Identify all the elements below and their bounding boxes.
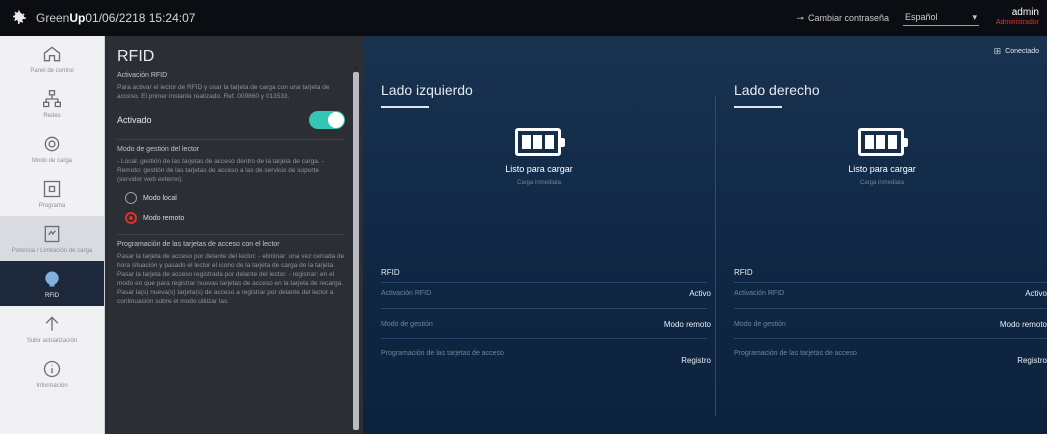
rfid-value: Modo remoto bbox=[999, 320, 1047, 329]
rfid-icon bbox=[41, 268, 63, 290]
schedule-icon bbox=[41, 178, 63, 200]
radio-button[interactable] bbox=[125, 212, 137, 224]
key-icon: ⊸ bbox=[796, 12, 804, 23]
activation-description: Para activar el lector de RFID y usar la… bbox=[117, 84, 330, 100]
sidebar-item-upload[interactable]: Subir actualización bbox=[0, 306, 104, 351]
battery-icon bbox=[515, 128, 565, 156]
rfid-key: Modo de gestión bbox=[381, 321, 433, 328]
rfid-heading: RFID bbox=[734, 268, 753, 277]
sidebar-item-charge-mode[interactable]: Modo de carga bbox=[0, 126, 104, 171]
title-underline bbox=[734, 106, 782, 108]
battery-icon bbox=[858, 128, 908, 156]
mode-heading: Modo de gestión del lector bbox=[117, 146, 200, 153]
rfid-settings-panel: RFID Activación RFID Para activar el lec… bbox=[105, 36, 363, 434]
sidebar-item-label: Redes bbox=[43, 113, 61, 119]
chevron-down-icon: ▾ bbox=[972, 12, 977, 22]
sidebar-item-label: Información bbox=[36, 383, 68, 389]
programming-heading: Programación de las tarjetas de acceso c… bbox=[117, 241, 280, 248]
rfid-key: Activación RFID bbox=[734, 290, 785, 297]
radio-local-mode[interactable]: Modo local bbox=[105, 184, 363, 204]
side-title: Lado derecho bbox=[734, 82, 820, 98]
rfid-heading: RFID bbox=[381, 268, 400, 277]
gear-icon bbox=[41, 133, 63, 155]
main-status-area: ⊞ Conectado Lado izquierdo Listo para ca… bbox=[363, 36, 1047, 434]
divider bbox=[734, 338, 1047, 339]
rfid-key: Activación RFID bbox=[381, 290, 432, 297]
settings-gear-icon[interactable] bbox=[8, 7, 30, 29]
right-side-panel: Lado derecho Listo para cargar Carga inm… bbox=[716, 36, 1047, 434]
rfid-value: Modo remoto bbox=[663, 320, 711, 329]
sidebar-item-schedule[interactable]: Programa bbox=[0, 171, 104, 216]
sidebar-item-info[interactable]: Información bbox=[0, 351, 104, 396]
side-title: Lado izquierdo bbox=[381, 82, 473, 98]
sidebar-item-dashboard[interactable]: Panel de control bbox=[0, 36, 104, 81]
activation-heading: Activación RFID bbox=[117, 72, 168, 79]
info-icon bbox=[41, 358, 63, 380]
network-icon bbox=[41, 88, 63, 110]
panel-title: RFID bbox=[117, 48, 155, 65]
brand-logo: GreenUp bbox=[36, 11, 86, 25]
mode-description: - Local: gestión de las tarjetas de acce… bbox=[117, 158, 324, 183]
change-password-link[interactable]: ⊸ Cambiar contraseña bbox=[796, 13, 889, 24]
radio-label: Modo local bbox=[143, 194, 177, 202]
charge-status: Listo para cargar bbox=[505, 164, 573, 174]
language-value: Español bbox=[905, 12, 938, 22]
radio-remote-mode[interactable]: Modo remoto bbox=[105, 204, 363, 224]
divider bbox=[381, 338, 707, 339]
programming-description: Pasar la tarjeta de acceso por delante d… bbox=[117, 253, 345, 305]
rfid-key: Programación de las tarjetas de acceso bbox=[734, 350, 857, 357]
panel-scrollbar[interactable] bbox=[353, 72, 359, 430]
power-limit-icon bbox=[41, 223, 63, 245]
datetime: 01/06/2218 15:24:07 bbox=[85, 11, 196, 25]
divider bbox=[734, 308, 1047, 309]
charge-status: Listo para cargar bbox=[848, 164, 916, 174]
sidebar-item-networks[interactable]: Redes bbox=[0, 81, 104, 126]
change-password-label: Cambiar contraseña bbox=[807, 13, 889, 23]
sidebar-item-rfid[interactable]: RFID bbox=[0, 261, 104, 306]
rfid-value: Registro bbox=[681, 356, 711, 365]
sidebar-item-label: Potencia / Limitación de carga bbox=[11, 248, 93, 254]
sidebar-item-power-limit[interactable]: Potencia / Limitación de carga bbox=[0, 216, 104, 261]
user-role: Administrador bbox=[995, 19, 1039, 26]
radio-label: Modo remoto bbox=[143, 214, 185, 222]
divider bbox=[381, 308, 707, 309]
charge-substatus: Carga inmediata bbox=[859, 180, 905, 186]
language-select[interactable]: Español ▾ bbox=[903, 10, 979, 26]
upload-icon bbox=[41, 313, 63, 335]
rfid-activation-toggle[interactable] bbox=[309, 111, 345, 129]
left-side-panel: Lado izquierdo Listo para cargar Carga i… bbox=[363, 36, 715, 434]
activation-row: Activado bbox=[105, 101, 363, 129]
home-icon bbox=[41, 43, 63, 65]
sidebar-item-label: Programa bbox=[38, 203, 66, 209]
sidebar-item-label: Subir actualización bbox=[26, 338, 78, 344]
radio-button[interactable] bbox=[125, 192, 137, 204]
sidebar-item-label: RFID bbox=[45, 293, 59, 299]
rfid-key: Programación de las tarjetas de acceso bbox=[381, 350, 504, 357]
rfid-key: Modo de gestión bbox=[734, 321, 786, 328]
activated-label: Activado bbox=[117, 115, 152, 125]
sidebar: Panel de control Redes Modo de carga Pro… bbox=[0, 36, 105, 434]
sidebar-item-label: Modo de carga bbox=[31, 158, 73, 164]
sidebar-item-label: Panel de control bbox=[30, 68, 74, 74]
user-name: admin bbox=[1011, 7, 1039, 18]
rfid-value: Activo bbox=[689, 289, 711, 298]
toggle-knob bbox=[328, 112, 344, 128]
rfid-value: Activo bbox=[1025, 289, 1047, 298]
top-bar: GreenUp 01/06/2218 15:24:07 ⊸ Cambiar co… bbox=[0, 0, 1047, 36]
rfid-value: Registro bbox=[1017, 356, 1047, 365]
user-info[interactable]: admin Administrador bbox=[993, 8, 1039, 28]
divider bbox=[381, 282, 707, 283]
divider bbox=[734, 282, 1047, 283]
title-underline bbox=[381, 106, 429, 108]
charge-substatus: Carga inmediata bbox=[516, 180, 562, 186]
